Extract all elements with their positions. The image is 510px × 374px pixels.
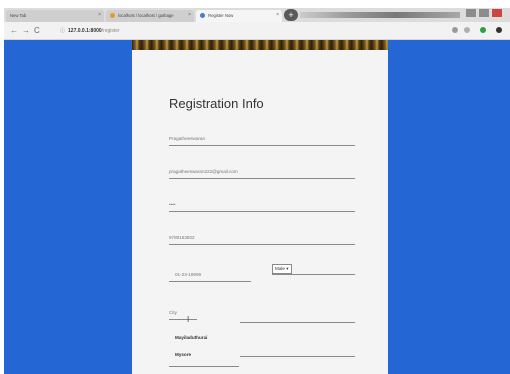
favicon-icon (110, 13, 115, 19)
minimize-icon[interactable] (466, 9, 476, 17)
header-banner-image (132, 40, 388, 66)
district-value: Mysore (175, 352, 192, 357)
tab-label: localhost / localhost / garbage (118, 13, 174, 18)
url-path: /register (101, 28, 120, 34)
phone-input[interactable]: 9789163602 (169, 233, 355, 245)
tab-register[interactable]: Register Now × (196, 10, 282, 22)
address-bar: ← → C ⓘ 127.0.0.1:8000/register (4, 22, 510, 40)
close-icon[interactable]: × (98, 12, 101, 18)
tab-strip: New Tab × localhost / localhost / garbag… (4, 8, 510, 22)
tab-new-tab[interactable]: New Tab × (6, 10, 104, 22)
url-host: 127.0.0.1:8000 (68, 28, 102, 34)
new-tab-button[interactable]: + (284, 9, 298, 21)
reload-icon[interactable]: C (34, 26, 40, 35)
page-title: Registration Info (169, 96, 264, 111)
address-value: Mayiladuthurai (175, 335, 208, 340)
window-close-icon[interactable] (492, 9, 502, 17)
city-input[interactable]: City (169, 308, 197, 320)
tab-strip-blur (300, 12, 460, 18)
tab-label: New Tab (10, 13, 27, 18)
forward-icon[interactable]: → (22, 26, 30, 35)
page-background: Registration Info Pragatheeswaran pragat… (4, 40, 510, 374)
back-icon[interactable]: ← (10, 26, 18, 35)
favicon-icon (200, 13, 205, 19)
district-underline (240, 356, 355, 357)
maximize-icon[interactable] (479, 9, 489, 17)
extension-icon[interactable] (480, 27, 486, 33)
text-cursor-icon: I (187, 315, 190, 324)
tab-localhost[interactable]: localhost / localhost / garbage × (106, 10, 194, 22)
district-left-underline (169, 366, 239, 367)
password-input[interactable]: •••• (169, 200, 355, 212)
dob-input[interactable]: 01-23-19999 (169, 270, 251, 282)
name-input[interactable]: Pragatheeswaran (169, 134, 355, 146)
email-input[interactable]: pragatheeswaran222@gmail.com (169, 167, 355, 179)
info-icon[interactable]: ⓘ (60, 28, 65, 34)
window-controls (466, 9, 502, 17)
url-field[interactable]: ⓘ 127.0.0.1:8000/register (60, 27, 120, 34)
gender-underline (272, 274, 355, 275)
key-icon[interactable] (452, 27, 458, 33)
gender-select[interactable]: Male ▾ (272, 264, 292, 274)
city-right-underline (240, 322, 355, 323)
tab-label: Register Now (208, 13, 234, 18)
profile-icon[interactable] (496, 27, 502, 33)
star-icon[interactable] (464, 27, 470, 33)
close-icon[interactable]: × (276, 12, 279, 18)
registration-card: Registration Info Pragatheeswaran pragat… (132, 40, 388, 374)
close-icon[interactable]: × (188, 12, 191, 18)
